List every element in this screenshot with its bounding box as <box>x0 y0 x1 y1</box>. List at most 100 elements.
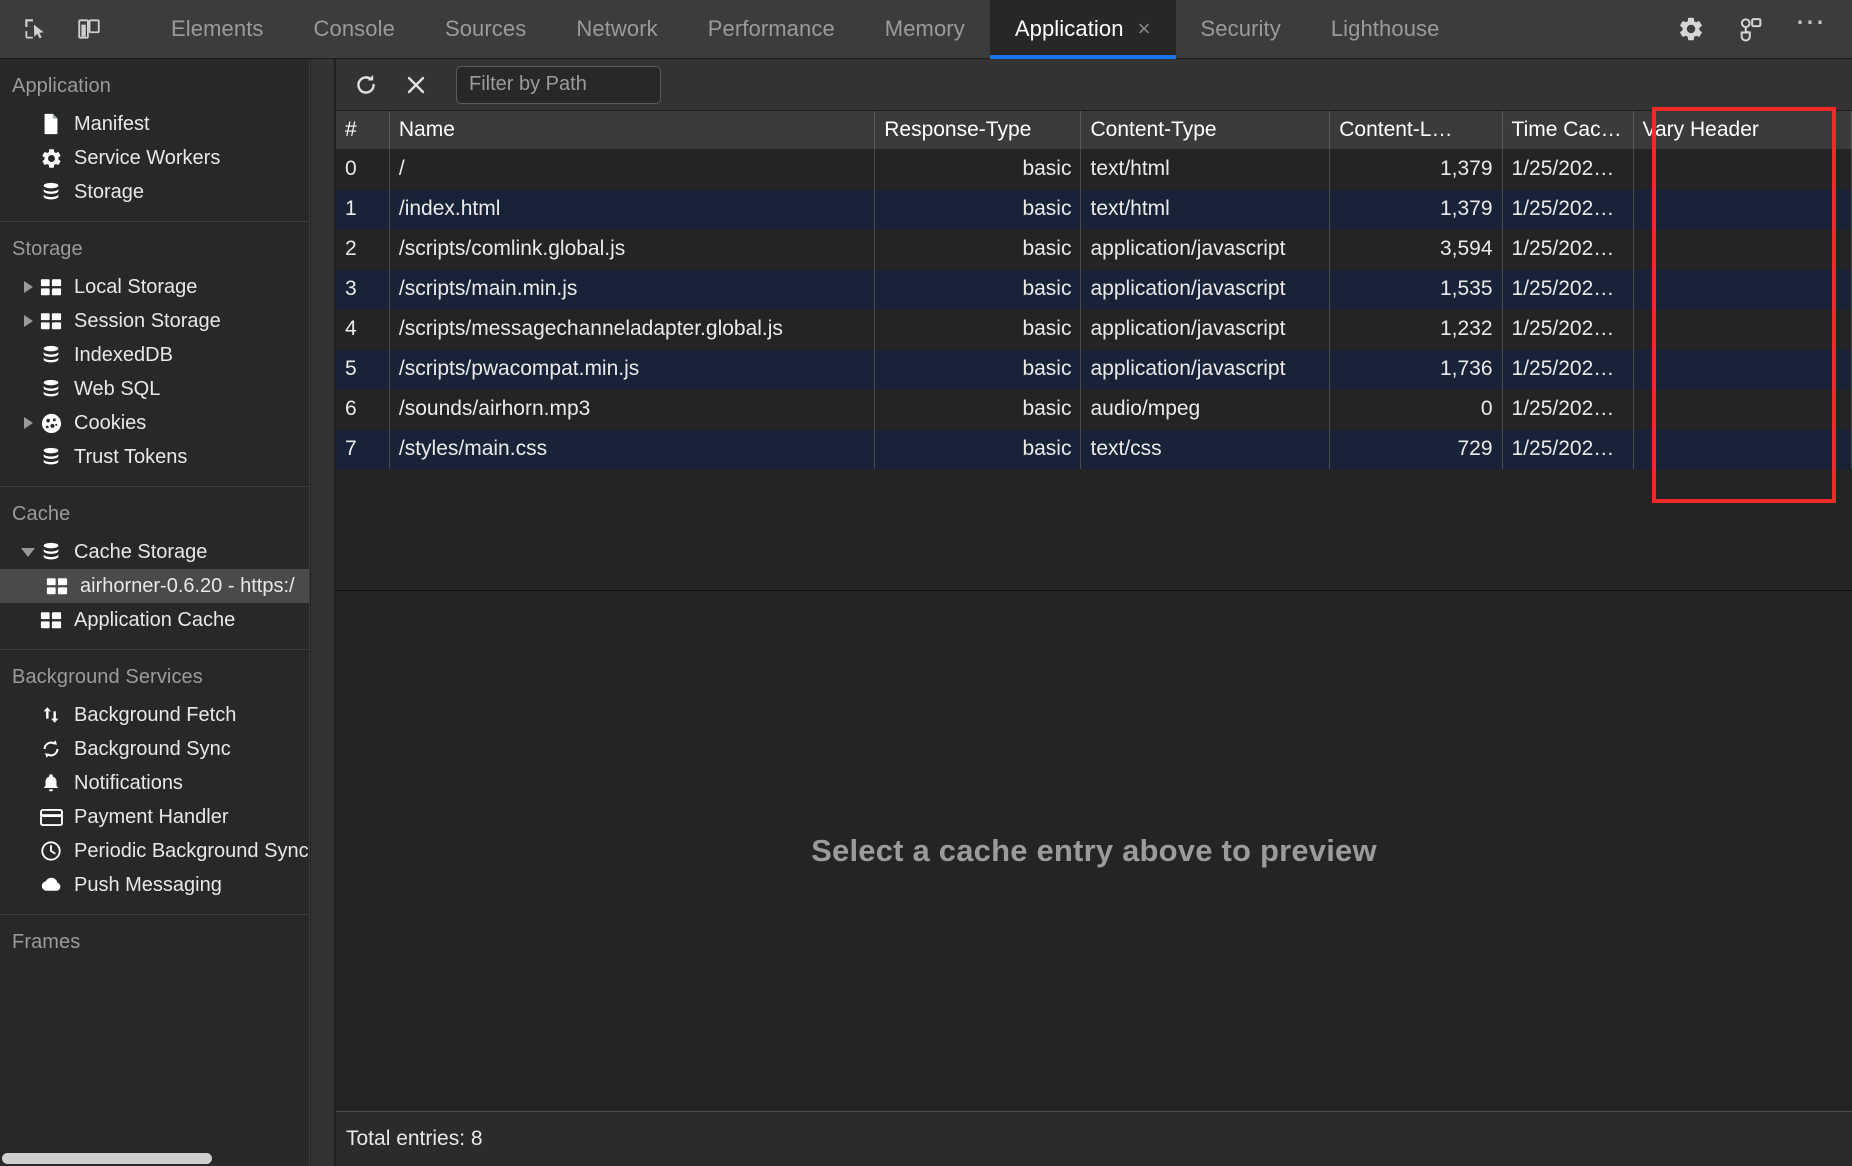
cell-vary-header <box>1633 349 1852 389</box>
table-row[interactable]: 6 /sounds/airhorn.mp3 basic audio/mpeg 0… <box>336 389 1852 429</box>
sidebar-item-payment-handler[interactable]: Payment Handler <box>0 800 309 834</box>
sidebar-section-cache: Cache Cache Storage airhorner-0.6.20 - h… <box>0 487 309 650</box>
cell-vary-header <box>1633 429 1852 469</box>
tab-elements[interactable]: Elements <box>146 0 289 59</box>
column-header-index[interactable]: # <box>336 111 390 149</box>
device-toolbar-icon[interactable] <box>66 6 112 52</box>
cell-index: 1 <box>336 189 390 229</box>
cloud-icon <box>38 873 64 897</box>
bell-icon <box>38 771 64 795</box>
tab-performance[interactable]: Performance <box>683 0 860 59</box>
sidebar-item-web-sql[interactable]: Web SQL <box>0 372 309 406</box>
tab-sources[interactable]: Sources <box>420 0 551 59</box>
sidebar-item-cookies[interactable]: Cookies <box>0 406 309 440</box>
cell-vary-header <box>1633 309 1852 349</box>
sidebar-item-push-messaging[interactable]: Push Messaging <box>0 868 309 902</box>
column-header-name[interactable]: Name <box>389 111 876 149</box>
cell-response-type: basic <box>874 349 1082 389</box>
sidebar-item-label: IndexedDB <box>74 343 173 366</box>
sidebar-item-storage[interactable]: Storage <box>0 175 309 209</box>
cell-response-type: basic <box>874 149 1082 189</box>
sidebar-item-label: Periodic Background Sync <box>74 839 309 862</box>
chevron-down-icon[interactable] <box>18 547 38 557</box>
sidebar-item-cache-storage[interactable]: Cache Storage <box>0 535 309 569</box>
table-row[interactable]: 2 /scripts/comlink.global.js basic appli… <box>336 229 1852 269</box>
delete-x-icon[interactable] <box>396 65 436 105</box>
column-header-response-type[interactable]: Response-Type <box>874 111 1082 149</box>
cache-toolbar <box>336 59 1852 111</box>
column-header-content-length[interactable]: Content-L… <box>1329 111 1503 149</box>
table-icon <box>38 275 64 299</box>
table-row[interactable]: 0 / basic text/html 1,379 1/25/2021… <box>336 149 1852 189</box>
cell-vary-header <box>1633 389 1852 429</box>
sidebar-item-label: Notifications <box>74 771 183 794</box>
tab-network[interactable]: Network <box>551 0 682 59</box>
sidebar-item-trust-tokens[interactable]: Trust Tokens <box>0 440 309 474</box>
cell-name: / <box>389 149 876 189</box>
table-icon <box>44 574 70 598</box>
tab-label: Application <box>1014 16 1124 41</box>
sidebar-item-label: Background Sync <box>74 737 231 760</box>
tab-application[interactable]: Application × <box>989 0 1176 59</box>
chevron-right-icon[interactable] <box>18 417 38 429</box>
cell-time-cached: 1/25/2021… <box>1502 349 1634 389</box>
inspect-element-icon[interactable] <box>12 6 58 52</box>
cache-entries-table-container[interactable]: # Name Response-Type Content-Type Conten… <box>336 111 1852 591</box>
cell-index: 6 <box>336 389 390 429</box>
column-header-content-type[interactable]: Content-Type <box>1080 111 1331 149</box>
sidebar-item-label: airhorner-0.6.20 - https:/ <box>80 574 295 597</box>
sidebar-item-indexeddb[interactable]: IndexedDB <box>0 338 309 372</box>
column-header-time-cached[interactable]: Time Cac… <box>1502 111 1634 149</box>
sidebar-item-background-sync[interactable]: Background Sync <box>0 732 309 766</box>
cell-content-length: 1,232 <box>1329 309 1503 349</box>
devtools-toolbar: Elements Console Sources Network Perform… <box>0 0 1852 59</box>
sidebar-section-storage: Storage Local Storage Session Storage In… <box>0 222 309 487</box>
cell-index: 0 <box>336 149 390 189</box>
cell-name: /sounds/airhorn.mp3 <box>389 389 876 429</box>
chevron-right-icon[interactable] <box>18 281 38 293</box>
table-icon <box>38 608 64 632</box>
cell-response-type: basic <box>874 389 1082 429</box>
cell-name: /index.html <box>389 189 876 229</box>
refresh-icon[interactable] <box>346 65 386 105</box>
table-row[interactable]: 7 /styles/main.css basic text/css 729 1/… <box>336 429 1852 469</box>
panel-tabs: Elements Console Sources Network Perform… <box>146 0 1464 59</box>
cell-name: /scripts/messagechanneladapter.global.js <box>389 309 876 349</box>
filter-by-path-input[interactable] <box>456 65 661 104</box>
sidebar-item-local-storage[interactable]: Local Storage <box>0 270 309 304</box>
sidebar-section-title: Cache <box>12 503 71 525</box>
sidebar-item-label: Storage <box>74 180 145 203</box>
tab-security[interactable]: Security <box>1176 0 1306 59</box>
close-icon[interactable]: × <box>1138 18 1151 40</box>
sidebar-item-notifications[interactable]: Notifications <box>0 766 309 800</box>
table-header-row: # Name Response-Type Content-Type Conten… <box>336 111 1852 149</box>
sidebar-item-label: Trust Tokens <box>74 445 188 468</box>
sidebar-item-service-workers[interactable]: Service Workers <box>0 141 309 175</box>
sidebar-item-airhorner-cache[interactable]: airhorner-0.6.20 - https:/ <box>0 569 309 603</box>
table-row[interactable]: 1 /index.html basic text/html 1,379 1/25… <box>336 189 1852 229</box>
sidebar-item-session-storage[interactable]: Session Storage <box>0 304 309 338</box>
tab-label: Security <box>1200 16 1281 41</box>
tab-console[interactable]: Console <box>289 0 420 59</box>
tab-memory[interactable]: Memory <box>860 0 990 59</box>
sidebar-item-application-cache[interactable]: Application Cache <box>0 603 309 637</box>
more-options-icon[interactable]: ⋯ <box>1788 6 1834 52</box>
gear-icon <box>38 146 64 170</box>
chevron-right-icon[interactable] <box>18 315 38 327</box>
preview-empty-message: Select a cache entry above to preview <box>811 833 1377 868</box>
table-row[interactable]: 5 /scripts/pwacompat.min.js basic applic… <box>336 349 1852 389</box>
sidebar-horizontal-scrollbar[interactable] <box>0 1150 309 1166</box>
application-sidebar[interactable]: Application Manifest Service Workers Sto… <box>0 59 310 1166</box>
scrollbar-thumb[interactable] <box>2 1153 212 1164</box>
cell-index: 2 <box>336 229 390 269</box>
cell-time-cached: 1/25/2021… <box>1502 309 1634 349</box>
sidebar-item-background-fetch[interactable]: Background Fetch <box>0 698 309 732</box>
tab-lighthouse[interactable]: Lighthouse <box>1306 0 1465 59</box>
table-row[interactable]: 3 /scripts/main.min.js basic application… <box>336 269 1852 309</box>
sidebar-item-periodic-background-sync[interactable]: Periodic Background Sync <box>0 834 309 868</box>
column-header-vary-header[interactable]: Vary Header <box>1633 111 1852 149</box>
gear-icon[interactable] <box>1668 6 1714 52</box>
sidebar-item-manifest[interactable]: Manifest <box>0 107 309 141</box>
table-row[interactable]: 4 /scripts/messagechanneladapter.global.… <box>336 309 1852 349</box>
devices-icon[interactable] <box>1728 6 1774 52</box>
